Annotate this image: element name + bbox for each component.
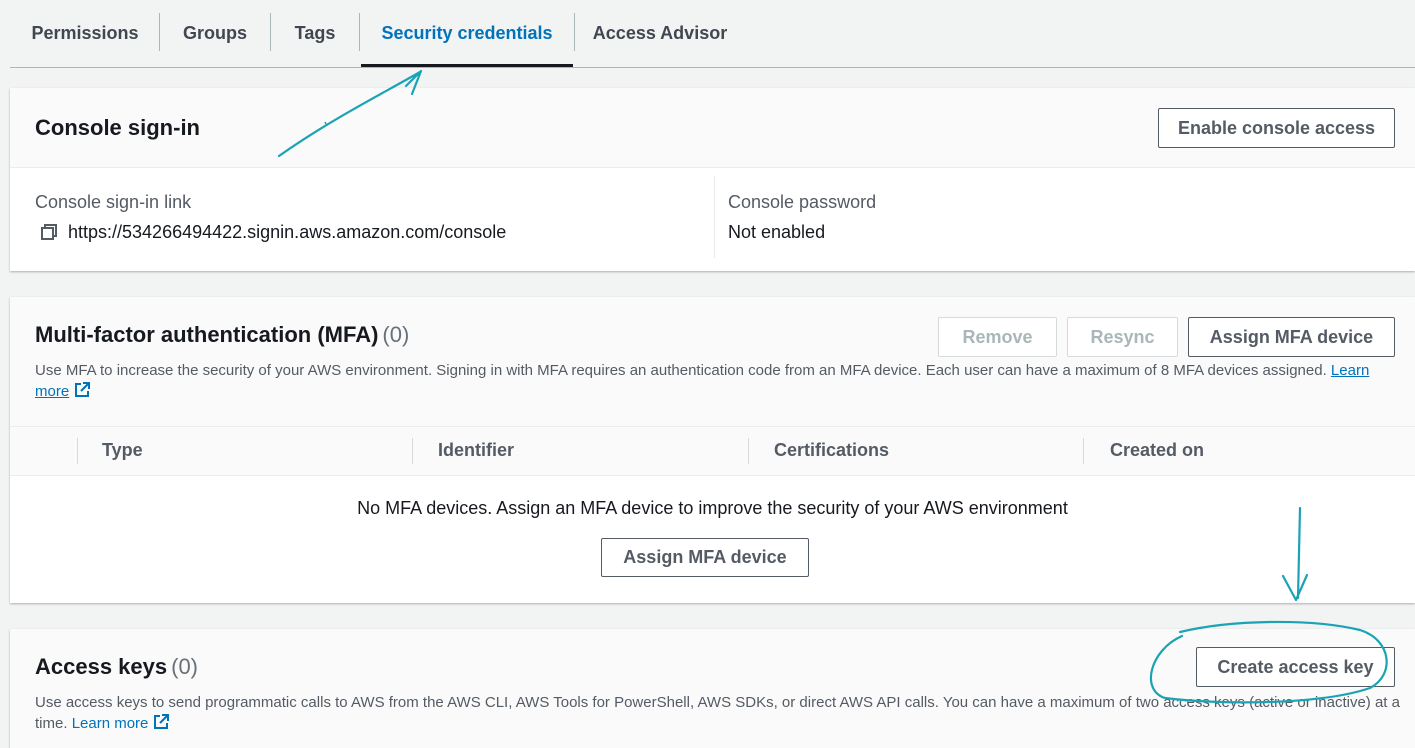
resync-mfa-button[interactable]: Resync [1067,317,1178,357]
learn-more-text: Learn [1330,362,1370,379]
console-password-value: Not enabled [728,222,826,242]
mfa-table-header [10,427,1415,476]
access-keys-description-text: Use access keys to send programmatic cal… [35,694,1400,711]
panel-header: Console sign-in Enable console access [10,88,1415,168]
access-keys-title: Access keys (0) [35,654,198,680]
mfa-description: Use MFA to increase the security of your… [35,360,1395,405]
console-signin-link[interactable]: https://534266494422.signin.aws.amazon.c… [68,222,506,243]
console-signin-link-label: Console sign-in link [35,192,192,212]
mfa-empty-state-text: No MFA devices. Assign an MFA device to … [357,498,1068,518]
remove-mfa-button[interactable]: Remove [938,317,1057,357]
access-keys-description-text-2: time. [35,715,68,732]
mfa-title-text: Multi-factor authentication (MFA) [35,322,379,347]
create-access-key-button[interactable]: Create access key [1196,647,1395,687]
column-identifier[interactable]: Identifier [438,440,514,461]
panel-header: Multi-factor authentication (MFA) (0) Rem… [10,297,1415,427]
tab-separator [359,13,360,51]
active-tab-indicator [361,64,573,67]
mfa-count: (0) [382,322,410,347]
tab-access-advisor[interactable]: Access Advisor [575,0,745,67]
assign-mfa-device-button[interactable]: Assign MFA device [1188,317,1395,357]
empty-state-assign-mfa-button[interactable]: Assign MFA device [601,538,809,577]
tab-permissions[interactable]: Permissions [10,0,160,67]
tab-bar: Permissions Groups Tags Security credent… [10,0,1415,68]
copy-icon[interactable] [40,223,58,246]
tab-security-credentials[interactable]: Security credentials [361,0,573,67]
external-link-icon[interactable] [152,713,170,737]
column-separator [1083,438,1084,464]
column-type[interactable]: Type [102,440,143,461]
column-certifications[interactable]: Certifications [774,440,889,461]
column-separator [77,438,78,464]
column-separator [412,438,413,464]
access-keys-panel: Access keys (0) Create access key Use acc… [10,629,1415,748]
console-signin-title: Console sign-in [35,115,200,140]
access-keys-count: (0) [171,654,199,679]
access-keys-learn-more-link[interactable]: Learn more [72,715,149,732]
access-keys-description: Use access keys to send programmatic cal… [35,692,1405,737]
mfa-title: Multi-factor authentication (MFA) (0) [35,322,409,348]
console-signin-panel: Console sign-in Enable console access Co… [10,88,1415,271]
external-link-icon[interactable] [73,381,91,405]
tab-groups[interactable]: Groups [160,0,270,67]
column-divider [714,176,715,258]
tab-tags[interactable]: Tags [271,0,359,67]
column-created-on[interactable]: Created on [1110,440,1204,461]
enable-console-access-button[interactable]: Enable console access [1158,108,1395,148]
access-keys-title-text: Access keys [35,654,168,679]
column-separator [748,438,749,464]
learn-more-text: more [35,383,70,400]
console-password-label: Console password [728,192,877,212]
mfa-description-text: Use MFA to increase the security of your… [35,362,1327,379]
